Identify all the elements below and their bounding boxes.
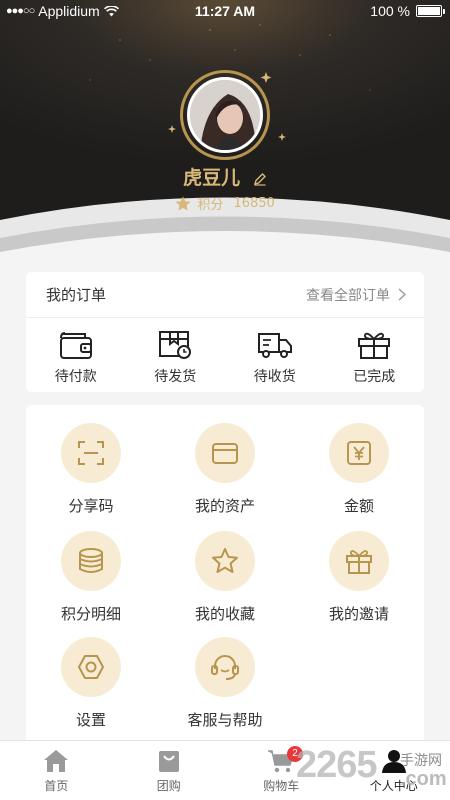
battery-percent: 100 %: [370, 3, 410, 19]
gift-box-icon: [358, 332, 391, 359]
shipping-box-icon: [159, 331, 192, 359]
star-icon: [212, 548, 238, 573]
points-value: 16850: [233, 196, 275, 211]
points-star-icon: [175, 196, 191, 210]
menu-label: 客服与帮助: [187, 711, 263, 729]
edit-icon[interactable]: [253, 172, 267, 186]
menu-label: 我的收藏: [194, 605, 255, 623]
coins-icon: [79, 548, 103, 573]
menu-label: 金额: [343, 497, 374, 515]
avatar[interactable]: [180, 70, 270, 160]
username-row: 虎豆儿: [0, 163, 450, 190]
scan-code-icon: [78, 441, 104, 465]
site-watermark: 2265 手游网 .com: [296, 744, 450, 800]
orders-header[interactable]: 我的订单 查看全部订单: [26, 272, 424, 318]
order-pending-shipment[interactable]: 待发货: [126, 318, 226, 392]
order-label: 已完成: [353, 369, 396, 385]
watermark-site: 手游网: [400, 753, 442, 769]
profile-header: ●●●○○ Applidium 11:27 AM 100 % 虎豆儿 积分 16…: [0, 0, 450, 255]
watermark-number: 2265: [296, 744, 378, 786]
menu-favorites[interactable]: 我的收藏: [160, 531, 290, 624]
points-row: 积分 16850: [0, 194, 450, 213]
yen-icon: [347, 441, 371, 465]
gift-icon: [346, 550, 372, 574]
order-label: 待收货: [253, 369, 296, 385]
order-label: 待付款: [54, 369, 97, 385]
username: 虎豆儿: [183, 167, 241, 189]
bag-icon: [158, 751, 179, 772]
orders-card: 我的订单 查看全部订单 待付款 待发货 待收货 已完成: [26, 272, 424, 392]
menu-support-help[interactable]: 客服与帮助: [160, 637, 290, 730]
order-completed[interactable]: 已完成: [325, 318, 425, 392]
tab-home[interactable]: 首页: [0, 741, 113, 800]
tab-group-buy[interactable]: 团购: [113, 741, 226, 800]
home-icon: [44, 750, 69, 772]
status-bar: ●●●○○ Applidium 11:27 AM 100 %: [0, 0, 450, 22]
tab-label: 团购: [156, 779, 181, 793]
menu-share-code[interactable]: 分享码: [26, 423, 156, 516]
order-label: 待发货: [154, 369, 197, 385]
view-all-orders-link[interactable]: 查看全部订单: [306, 285, 406, 305]
orders-title: 我的订单: [46, 286, 107, 304]
order-pending-payment[interactable]: 待付款: [26, 318, 126, 392]
settings-icon: [78, 655, 104, 679]
menu-settings[interactable]: 设置: [26, 637, 156, 730]
watermark-domain: .com: [400, 768, 447, 790]
menu-label: 设置: [75, 711, 106, 729]
tab-label: 首页: [44, 779, 69, 793]
menu-invitations[interactable]: 我的邀请: [294, 531, 424, 624]
menu-label: 我的资产: [194, 497, 255, 515]
menu-points-detail[interactable]: 积分明细: [26, 531, 156, 624]
order-pending-receipt[interactable]: 待收货: [225, 318, 325, 392]
tab-label: 购物车: [263, 779, 300, 793]
wallet-icon: [212, 443, 238, 464]
view-all-orders-label: 查看全部订单: [306, 287, 390, 304]
menu-label: 分享码: [68, 497, 114, 515]
menu-label: 我的邀请: [328, 605, 389, 623]
wallet-icon: [59, 332, 92, 359]
truck-icon: [257, 333, 292, 358]
menu-grid-card: 分享码 我的资产 金额 积分明细 我的收藏 我的邀请 设置 客服与帮助: [26, 405, 424, 745]
menu-balance[interactable]: 金额: [294, 423, 424, 516]
battery-icon: [416, 5, 445, 17]
points-label: 积分: [197, 198, 224, 213]
headset-icon: [211, 655, 239, 680]
menu-label: 积分明细: [60, 605, 121, 623]
menu-my-assets[interactable]: 我的资产: [160, 423, 290, 516]
chevron-right-icon: [398, 288, 406, 301]
